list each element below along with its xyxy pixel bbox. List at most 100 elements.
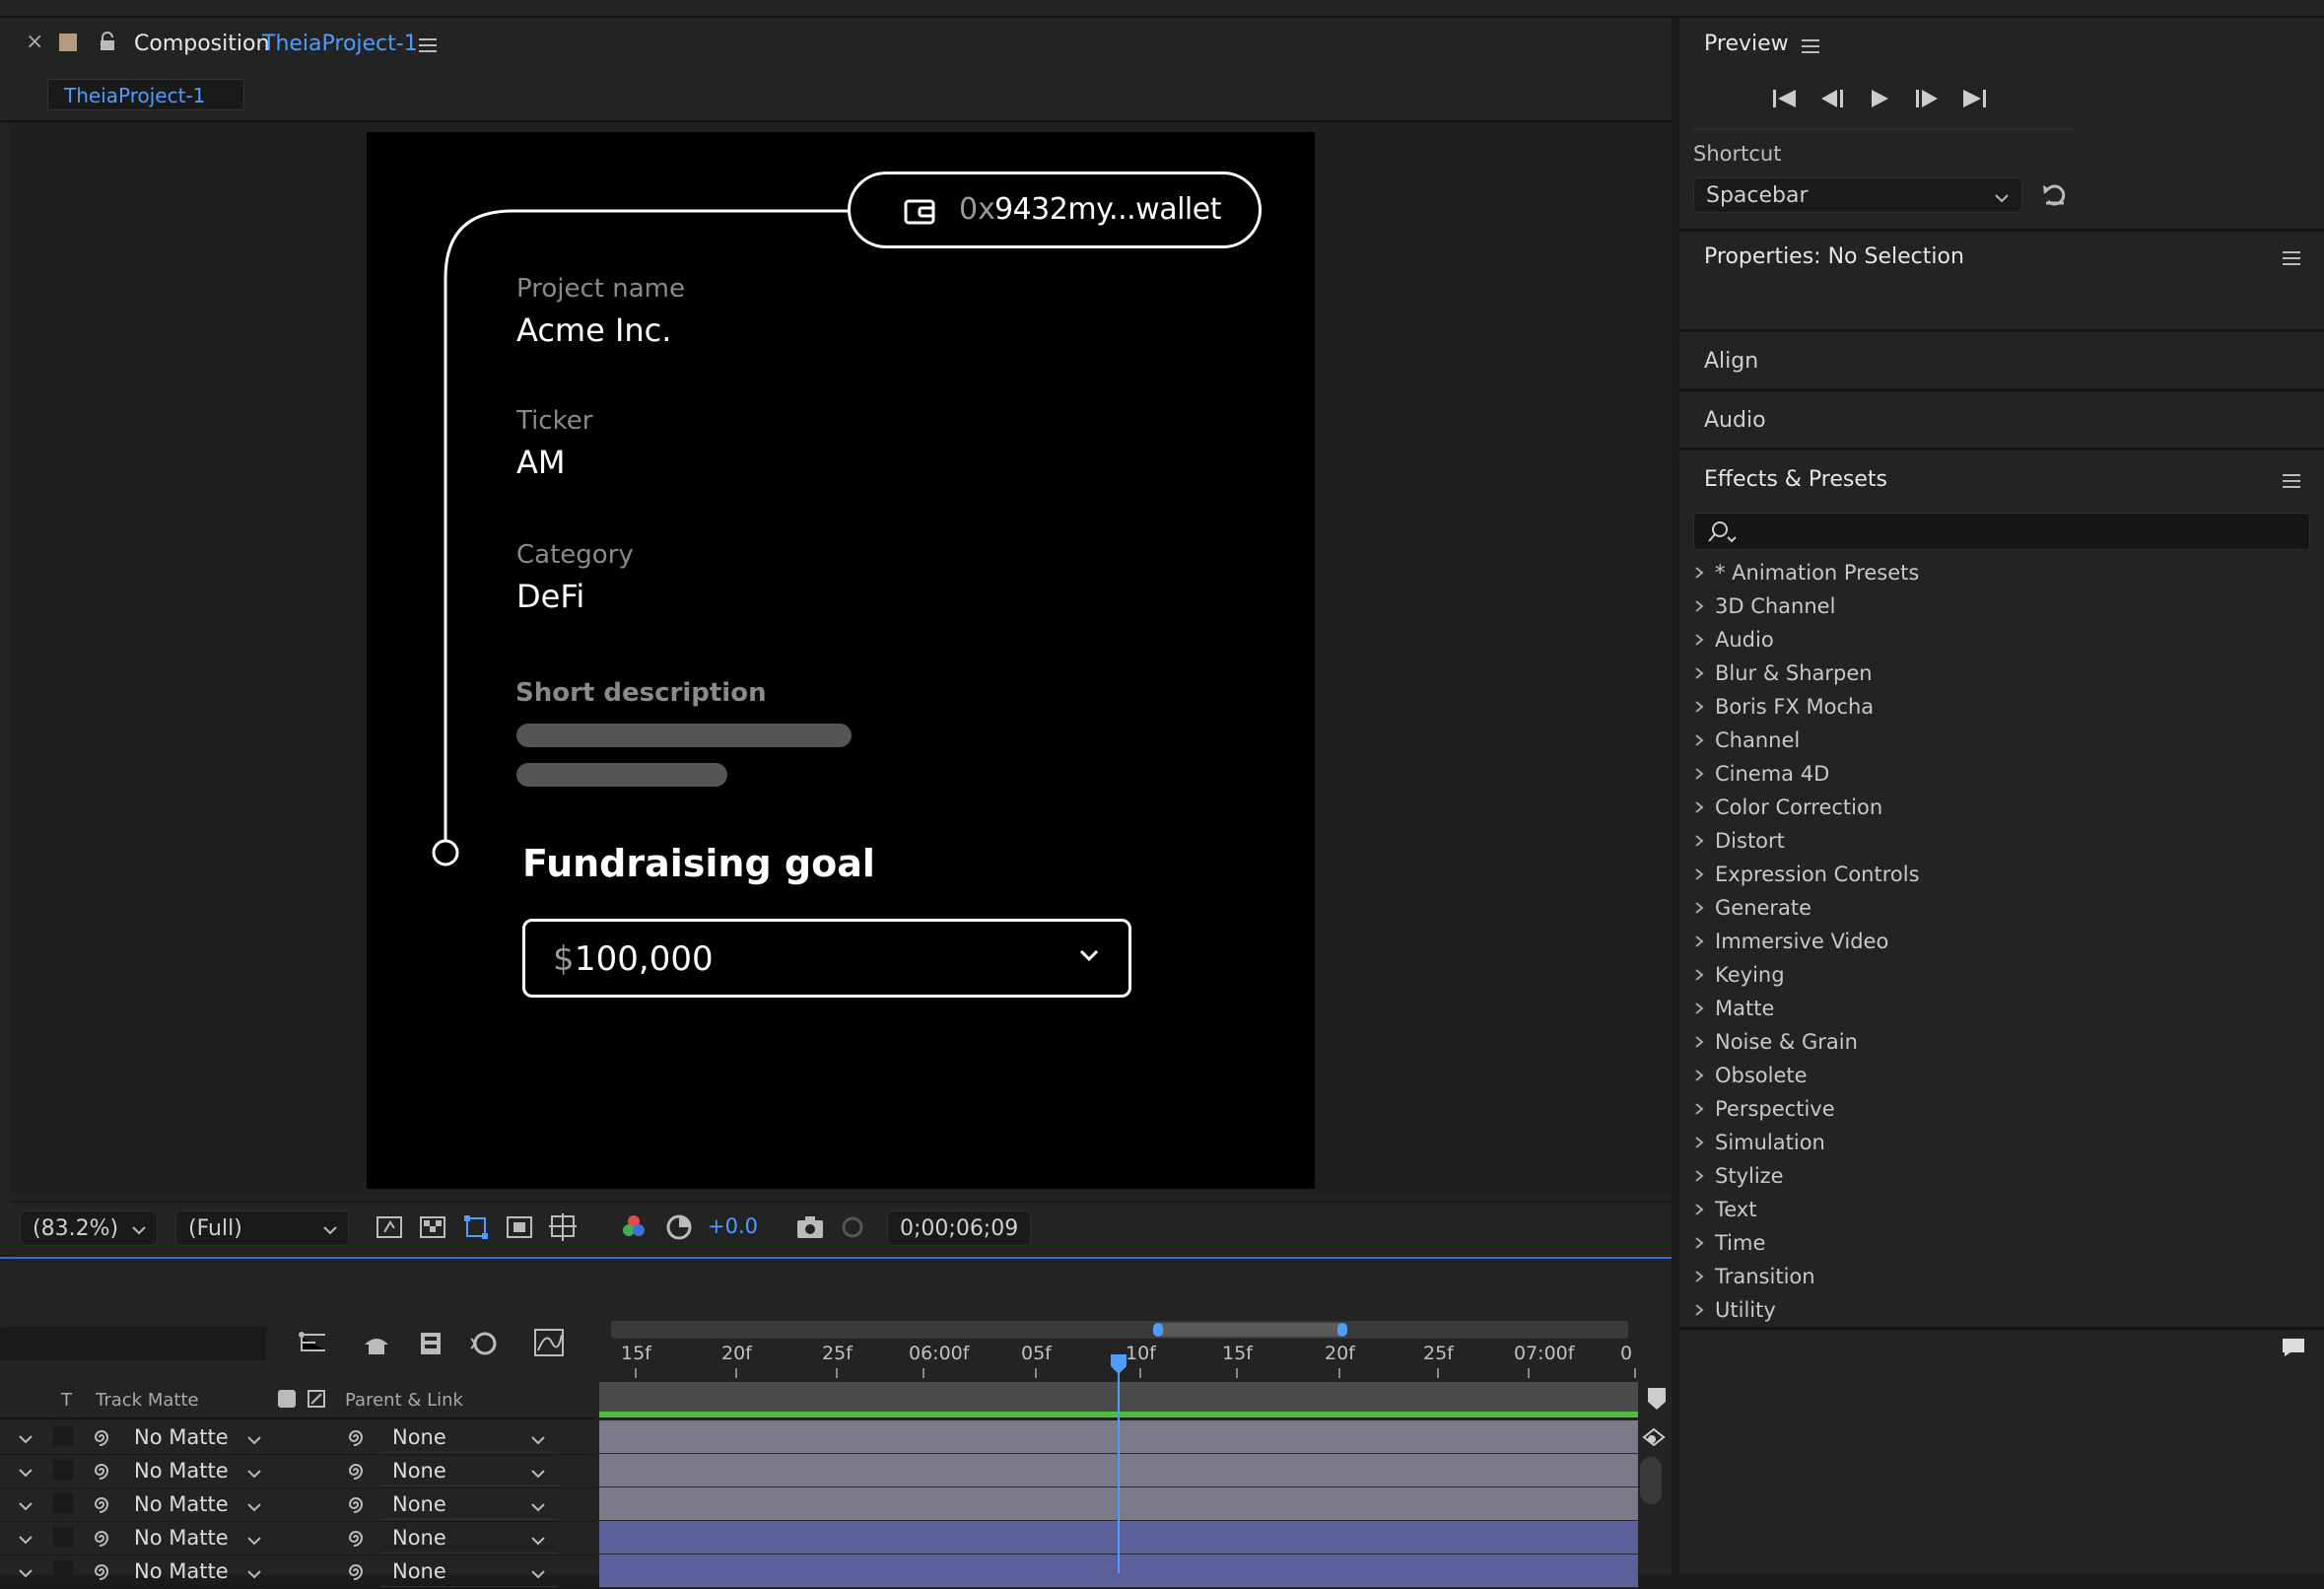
effects-category-item[interactable]: Transition — [1693, 1260, 1815, 1293]
effects-search-input[interactable] — [1693, 513, 2310, 550]
play-icon[interactable] — [1865, 87, 1894, 114]
track-matte-dropdown[interactable]: No Matte — [122, 1422, 268, 1452]
effects-category-item[interactable]: Immersive Video — [1693, 925, 1888, 958]
resolution-dropdown[interactable]: (Full) — [175, 1210, 349, 1246]
mask-visibility-icon[interactable] — [461, 1212, 495, 1246]
fundraising-goal-select[interactable]: $ 100,000 — [522, 919, 1131, 998]
next-frame-icon[interactable] — [1912, 87, 1942, 114]
wallet-pill[interactable]: 0x 9432my...wallet — [848, 172, 1262, 248]
region-of-interest-icon[interactable] — [505, 1212, 538, 1246]
grid-guides-icon[interactable] — [548, 1212, 581, 1246]
matte-pickwhip-icon[interactable] — [91, 1460, 112, 1485]
comp-marker-bin-icon[interactable] — [1640, 1425, 1670, 1453]
effects-category-item[interactable]: Cinema 4D — [1693, 757, 1829, 791]
track-matte-toggle[interactable] — [53, 1560, 73, 1580]
parent-link-dropdown[interactable]: None — [380, 1489, 558, 1520]
reset-exposure-icon[interactable] — [664, 1212, 698, 1246]
lock-icon[interactable] — [99, 32, 116, 55]
show-snapshot-icon[interactable] — [838, 1212, 871, 1246]
effects-category-item[interactable]: Expression Controls — [1693, 858, 1920, 891]
layer-row[interactable]: No Matte None — [0, 1454, 595, 1488]
panel-menu-icon[interactable] — [2283, 474, 2300, 488]
align-panel-title[interactable]: Align — [1704, 349, 1758, 374]
track-matte-toggle[interactable] — [53, 1460, 73, 1480]
matte-pickwhip-icon[interactable] — [91, 1493, 112, 1519]
frame-blending-icon[interactable] — [416, 1329, 445, 1362]
composition-flowchart-icon[interactable] — [296, 1329, 331, 1362]
panel-menu-icon[interactable] — [2283, 251, 2300, 265]
effects-category-item[interactable]: Matte — [1693, 992, 1774, 1025]
track-matte-toggle[interactable] — [53, 1426, 73, 1446]
current-time-display[interactable]: 0;00;06;09 — [887, 1210, 1031, 1246]
motion-blur-icon[interactable] — [467, 1329, 499, 1362]
layer-row[interactable]: No Matte None — [0, 1521, 595, 1555]
chevron-down-icon[interactable] — [18, 1564, 34, 1583]
effects-category-item[interactable]: Channel — [1693, 724, 1800, 757]
last-frame-icon[interactable] — [1959, 87, 1989, 114]
effects-category-item[interactable]: Generate — [1693, 891, 1811, 925]
effects-category-item[interactable]: Noise & Grain — [1693, 1025, 1858, 1059]
effects-category-item[interactable]: Stylize — [1693, 1159, 1784, 1193]
parent-pickwhip-icon[interactable] — [345, 1493, 367, 1519]
work-area-range[interactable] — [1159, 1323, 1342, 1337]
effects-category-item[interactable]: Utility — [1693, 1293, 1776, 1327]
previous-frame-icon[interactable] — [1817, 87, 1847, 114]
effects-category-item[interactable]: Obsolete — [1693, 1059, 1808, 1092]
effects-category-item[interactable]: Simulation — [1693, 1126, 1825, 1159]
panel-menu-icon[interactable] — [419, 38, 437, 52]
magnification-dropdown[interactable]: (83.2%) — [20, 1210, 158, 1246]
shortcut-dropdown[interactable]: Spacebar — [1693, 177, 2022, 213]
effects-category-item[interactable]: Time — [1693, 1226, 1765, 1260]
effects-category-item[interactable]: 3D Channel — [1693, 589, 1835, 623]
parent-link-dropdown[interactable]: None — [380, 1422, 558, 1453]
timeline-search-input[interactable] — [0, 1327, 266, 1360]
reset-shortcut-icon[interactable] — [2040, 179, 2070, 213]
track-matte-dropdown[interactable]: No Matte — [122, 1523, 268, 1553]
chevron-down-icon[interactable] — [18, 1430, 34, 1449]
fast-previews-icon[interactable] — [375, 1212, 408, 1246]
work-area-start-handle[interactable] — [1153, 1323, 1163, 1337]
matte-pickwhip-icon[interactable] — [91, 1426, 112, 1452]
panel-menu-icon[interactable] — [1802, 39, 1819, 53]
matte-pickwhip-icon[interactable] — [91, 1527, 112, 1553]
effects-category-item[interactable]: Boris FX Mocha — [1693, 690, 1874, 724]
effects-category-item[interactable]: Audio — [1693, 623, 1774, 656]
parent-pickwhip-icon[interactable] — [345, 1460, 367, 1485]
parent-link-dropdown[interactable]: None — [380, 1523, 558, 1554]
effects-category-item[interactable]: Keying — [1693, 958, 1785, 992]
layer-row[interactable]: No Matte None — [0, 1420, 595, 1455]
marker-icon[interactable] — [1646, 1386, 1668, 1416]
parent-link-dropdown[interactable]: None — [380, 1456, 558, 1486]
close-panel-button[interactable]: × — [26, 30, 43, 54]
track-matte-dropdown[interactable]: No Matte — [122, 1456, 268, 1485]
layer-row[interactable]: No Matte None — [0, 1554, 595, 1589]
parent-link-dropdown[interactable]: None — [380, 1556, 558, 1587]
graph-editor-icon[interactable] — [532, 1327, 566, 1362]
track-matte-dropdown[interactable]: No Matte — [122, 1489, 268, 1519]
chevron-down-icon[interactable] — [18, 1497, 34, 1516]
effects-category-item[interactable]: Color Correction — [1693, 791, 1882, 824]
work-area-end-handle[interactable] — [1337, 1323, 1347, 1337]
timeline-vertical-scrollbar[interactable] — [1640, 1457, 1662, 1504]
show-channel-icon[interactable] — [619, 1212, 652, 1246]
audio-panel-title[interactable]: Audio — [1704, 408, 1766, 433]
tab-theiaproject-1[interactable]: TheiaProject-1 — [47, 79, 244, 110]
layer-row[interactable]: No Matte None — [0, 1487, 595, 1522]
effects-category-item[interactable]: Distort — [1693, 824, 1785, 858]
parent-pickwhip-icon[interactable] — [345, 1527, 367, 1553]
composition-name[interactable]: TheiaProject-1 — [262, 32, 418, 56]
shy-layers-icon[interactable] — [361, 1329, 392, 1362]
transparency-grid-icon[interactable] — [418, 1212, 451, 1246]
exposure-value[interactable]: +0.0 — [708, 1214, 758, 1238]
effects-category-item[interactable]: Text — [1693, 1193, 1756, 1226]
chevron-down-icon[interactable] — [18, 1464, 34, 1483]
work-area-bar[interactable] — [611, 1321, 1628, 1339]
effects-category-item[interactable]: * Animation Presets — [1693, 556, 1919, 589]
track-matte-dropdown[interactable]: No Matte — [122, 1556, 268, 1586]
effects-category-item[interactable]: Perspective — [1693, 1092, 1835, 1126]
track-matte-toggle[interactable] — [53, 1527, 73, 1547]
effects-category-item[interactable]: Blur & Sharpen — [1693, 656, 1873, 690]
playhead-line[interactable] — [1118, 1356, 1120, 1573]
parent-pickwhip-icon[interactable] — [345, 1426, 367, 1452]
composition-canvas[interactable]: 0x 9432my...wallet Project name Acme Inc… — [367, 132, 1315, 1189]
